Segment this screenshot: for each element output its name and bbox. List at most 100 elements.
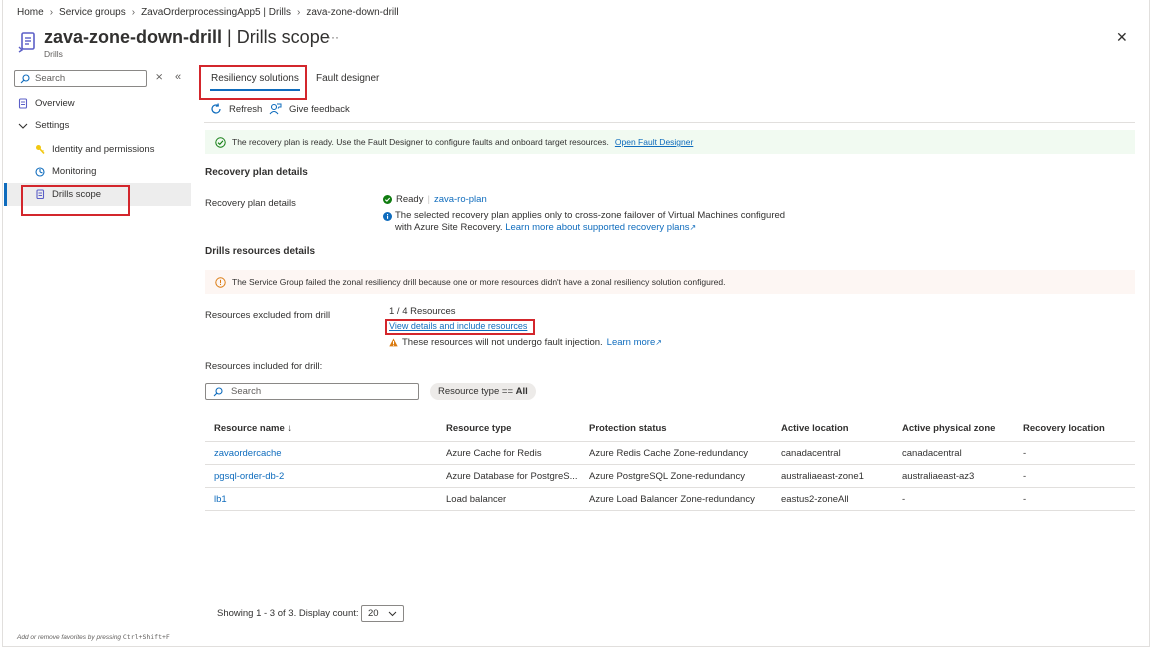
clear-search-icon[interactable]: ⨯ bbox=[155, 72, 163, 83]
resource-type-cell: Azure Cache for Redis bbox=[446, 448, 542, 459]
highlight-box bbox=[385, 319, 535, 335]
command-bar-divider bbox=[204, 122, 1135, 123]
highlight-box bbox=[199, 65, 307, 100]
refresh-label: Refresh bbox=[229, 103, 263, 115]
excluded-resources-label: Resources excluded from drill bbox=[205, 310, 331, 321]
breadcrumb-home[interactable]: Home bbox=[17, 7, 44, 18]
refresh-button[interactable]: Refresh bbox=[210, 103, 262, 115]
display-count-select[interactable]: 20 bbox=[361, 605, 404, 622]
sidebar-item-identity[interactable]: Identity and permissions bbox=[35, 144, 154, 155]
breadcrumb: Home › Service groups › ZavaOrderprocess… bbox=[17, 7, 399, 18]
pagination-summary: Showing 1 - 3 of 3. Display count: bbox=[217, 608, 359, 619]
column-header-active-physical-zone[interactable]: Active physical zone bbox=[902, 423, 995, 434]
recovery-info-text: with Azure Site Recovery. bbox=[395, 222, 503, 233]
supported-recovery-plans-link[interactable]: Learn more about supported recovery plan… bbox=[505, 222, 689, 233]
chevron-down-icon bbox=[388, 611, 397, 616]
breadcrumb-current[interactable]: zava-zone-down-drill bbox=[306, 7, 398, 18]
sidebar-selected-indicator bbox=[4, 183, 7, 206]
column-header-resource-name[interactable]: Resource name ↓ bbox=[214, 423, 292, 434]
close-icon[interactable]: ✕ bbox=[1116, 29, 1128, 46]
active-physical-zone-cell: canadacentral bbox=[902, 448, 962, 459]
recovery-location-cell: - bbox=[1023, 494, 1027, 505]
resource-type-cell: Azure Database for PostgreS... bbox=[446, 471, 578, 482]
column-header-resource-type[interactable]: Resource type bbox=[446, 423, 511, 434]
collapse-sidebar-icon[interactable]: « bbox=[175, 71, 181, 83]
recovery-plan-section-title: Recovery plan details bbox=[205, 167, 308, 178]
sidebar-item-monitoring[interactable]: Monitoring bbox=[35, 166, 96, 177]
learn-more-link[interactable]: Learn more bbox=[607, 337, 656, 348]
filter-value: All bbox=[515, 386, 528, 397]
success-status-icon bbox=[383, 195, 392, 204]
feedback-icon bbox=[269, 103, 282, 115]
search-icon bbox=[20, 73, 30, 83]
success-banner-text: The recovery plan is ready. Use the Faul… bbox=[232, 137, 609, 147]
resource-type-filter[interactable]: Resource type == All bbox=[430, 383, 536, 400]
favorites-hint-text: Add or remove favorites by pressing bbox=[17, 634, 122, 641]
recovery-info-line1: The selected recovery plan applies only … bbox=[395, 210, 786, 221]
protection-status-cell: Azure Redis Cache Zone-redundancy bbox=[589, 448, 748, 459]
table-search-placeholder: Search bbox=[231, 386, 262, 397]
breadcrumb-drills[interactable]: ZavaOrderprocessingApp5 | Drills bbox=[141, 7, 291, 18]
row-divider bbox=[205, 464, 1135, 465]
sidebar-item-label: Settings bbox=[35, 120, 70, 131]
breadcrumb-service-groups[interactable]: Service groups bbox=[59, 7, 126, 18]
breadcrumb-separator: › bbox=[296, 7, 301, 18]
table-header-divider bbox=[205, 441, 1135, 442]
favorites-hint: Add or remove favorites by pressing Ctrl… bbox=[17, 633, 170, 641]
drills-resources-section-title: Drills resources details bbox=[205, 246, 316, 257]
highlight-box bbox=[21, 185, 130, 216]
filter-prefix: Resource type == bbox=[438, 386, 516, 397]
warning-triangle-icon bbox=[389, 338, 398, 347]
sidebar-search-input[interactable]: Search bbox=[14, 70, 147, 87]
sidebar-item-settings[interactable]: Settings bbox=[18, 120, 69, 131]
drills-scope-icon bbox=[18, 31, 38, 56]
included-resources-label: Resources included for drill: bbox=[205, 361, 323, 372]
active-physical-zone-cell: australiaeast-az3 bbox=[902, 471, 975, 482]
document-icon bbox=[18, 98, 28, 109]
more-options-button[interactable]: ··· bbox=[327, 30, 339, 44]
resource-type-cell: Load balancer bbox=[446, 494, 507, 505]
info-icon bbox=[383, 212, 392, 224]
success-banner: The recovery plan is ready. Use the Faul… bbox=[205, 130, 1135, 154]
page-subtitle: Drills bbox=[44, 49, 63, 59]
row-divider bbox=[205, 487, 1135, 488]
give-feedback-label: Give feedback bbox=[289, 103, 350, 115]
sidebar-item-overview[interactable]: Overview bbox=[18, 98, 75, 109]
recovery-status-text: Ready bbox=[396, 194, 424, 205]
recovery-location-cell: - bbox=[1023, 471, 1027, 482]
row-divider bbox=[205, 510, 1135, 511]
breadcrumb-separator: › bbox=[49, 7, 54, 18]
open-fault-designer-link[interactable]: Open Fault Designer bbox=[615, 137, 693, 147]
excluded-note: These resources will not undergo fault i… bbox=[389, 337, 662, 348]
give-feedback-button[interactable]: Give feedback bbox=[269, 103, 350, 115]
resource-name-link[interactable]: pgsql-order-db-2 bbox=[214, 471, 284, 482]
column-header-protection-status[interactable]: Protection status bbox=[589, 423, 667, 434]
blade-frame bbox=[2, 0, 1150, 647]
active-location-cell: australiaeast-zone1 bbox=[781, 471, 864, 482]
active-location-cell: eastus2-zoneAll bbox=[781, 494, 849, 505]
sidebar-item-label: Identity and permissions bbox=[52, 144, 155, 155]
warning-circle-icon bbox=[215, 276, 226, 288]
recovery-plan-link[interactable]: zava-ro-plan bbox=[434, 194, 487, 205]
status-separator: | bbox=[427, 194, 430, 205]
recovery-info-line2: with Azure Site Recovery. Learn more abo… bbox=[395, 222, 696, 233]
sidebar-item-label: Overview bbox=[35, 98, 75, 109]
protection-status-cell: Azure Load Balancer Zone-redundancy bbox=[589, 494, 755, 505]
column-header-recovery-location[interactable]: Recovery location bbox=[1023, 423, 1105, 434]
breadcrumb-separator: › bbox=[131, 7, 136, 18]
external-link-icon: ↗ bbox=[655, 338, 662, 347]
tab-fault-designer[interactable]: Fault designer bbox=[316, 73, 379, 84]
protection-status-cell: Azure PostgreSQL Zone-redundancy bbox=[589, 471, 745, 482]
table-search-input[interactable]: Search bbox=[205, 383, 419, 400]
sidebar-search-placeholder: Search bbox=[35, 73, 66, 84]
page-title: zava-zone-down-drill | Drills scope bbox=[44, 27, 330, 47]
external-link-icon: ↗ bbox=[689, 223, 697, 232]
resource-name-link[interactable]: zavaordercache bbox=[214, 448, 282, 459]
display-count-value: 20 bbox=[368, 608, 379, 619]
chevron-down-icon bbox=[18, 123, 28, 129]
recovery-location-cell: - bbox=[1023, 448, 1027, 459]
column-header-active-location[interactable]: Active location bbox=[781, 423, 849, 434]
success-check-icon bbox=[215, 136, 226, 148]
excluded-note-text: These resources will not undergo fault i… bbox=[402, 337, 603, 348]
resource-name-link[interactable]: lb1 bbox=[214, 494, 227, 505]
